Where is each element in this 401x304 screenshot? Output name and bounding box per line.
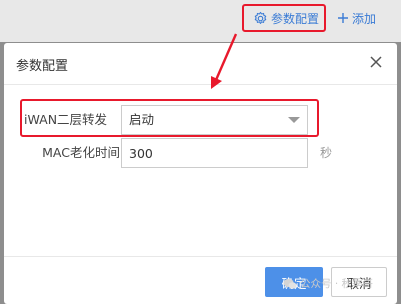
mac-aging-label: MAC老化时间	[42, 145, 120, 160]
config-dialog: 参数配置 iWAN二层转发 启动 MAC老化时间 秒 确定 取消	[4, 43, 397, 304]
watermark-text: 公众号 · 秋季哥	[300, 278, 374, 290]
dialog-header: 参数配置	[4, 43, 397, 85]
mac-aging-row: MAC老化时间 秒	[4, 138, 397, 168]
wechat-icon	[283, 278, 297, 290]
config-highlight-box	[242, 4, 326, 32]
iwan-highlight-box	[20, 99, 319, 137]
top-toolbar: 参数配置 添加	[0, 0, 401, 42]
dialog-title: 参数配置	[16, 59, 69, 74]
close-icon[interactable]	[368, 54, 384, 70]
plus-icon	[337, 12, 349, 24]
mac-aging-input[interactable]	[121, 138, 308, 168]
watermark: 公众号 · 秋季哥	[283, 276, 373, 291]
add-button-label: 添加	[352, 11, 377, 26]
mac-aging-unit: 秒	[320, 146, 333, 160]
add-button[interactable]: 添加	[337, 6, 376, 30]
